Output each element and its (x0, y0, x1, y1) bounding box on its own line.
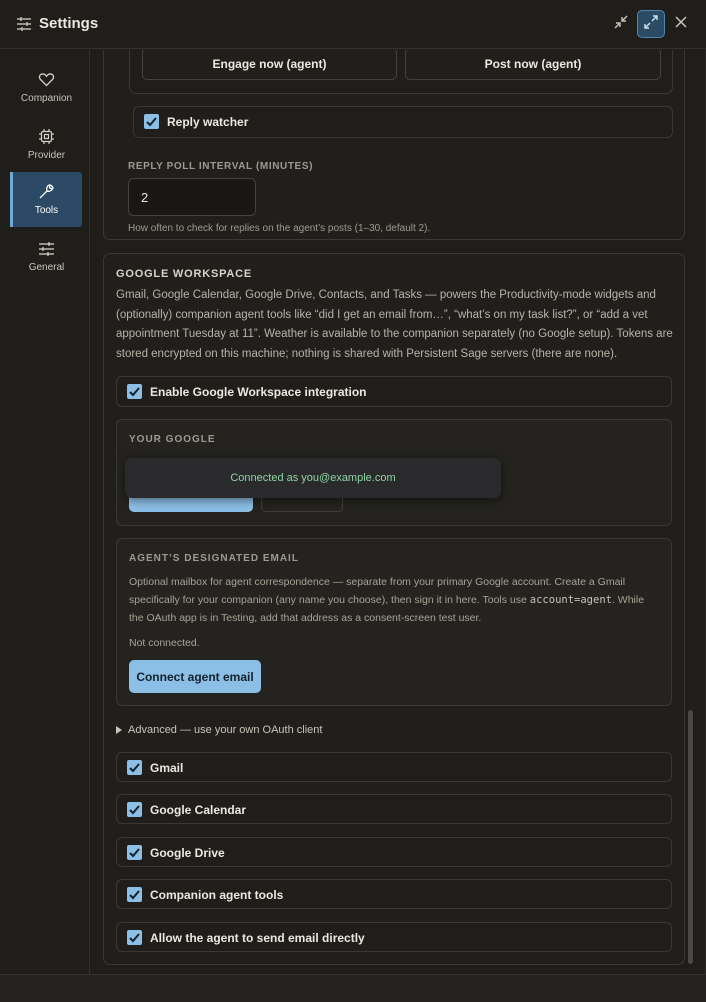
connect-agent-email-button[interactable]: Connect agent email (129, 660, 261, 693)
companion-agent-tools-row[interactable]: Companion agent tools (116, 879, 672, 909)
advanced-label: Advanced — use your own OAuth client (128, 724, 323, 736)
sidebar-item-general[interactable]: General (11, 229, 82, 284)
close-button[interactable] (667, 10, 695, 38)
poll-interval-help: How often to check for replies on the ag… (128, 223, 431, 234)
enable-google-row[interactable]: Enable Google Workspace integration (116, 376, 672, 407)
google-drive-checkbox[interactable] (127, 845, 142, 860)
send-email-row[interactable]: Allow the agent to send email directly (116, 922, 672, 952)
sidebar-item-label: Provider (27, 150, 66, 161)
gmail-row[interactable]: Gmail (116, 752, 672, 782)
send-email-label: Allow the agent to send email directly (150, 931, 365, 945)
sidebar-item-companion[interactable]: Companion (11, 60, 82, 115)
google-calendar-checkbox[interactable] (127, 802, 142, 817)
sidebar-item-tools[interactable]: Tools (10, 172, 82, 227)
agent-email-label: AGENT’S DESIGNATED EMAIL (129, 553, 299, 564)
sliders-icon (16, 16, 32, 32)
title-bar: Settings (0, 0, 706, 49)
send-email-checkbox[interactable] (127, 930, 142, 945)
sidebar-item-label: Companion (20, 93, 73, 104)
sliders-icon (38, 240, 55, 257)
engage-now-button[interactable]: Engage now (agent) (142, 50, 397, 80)
companion-agent-tools-checkbox[interactable] (127, 887, 142, 902)
expand-button[interactable] (637, 10, 665, 38)
enable-google-checkbox[interactable] (127, 384, 142, 399)
wrench-icon (38, 183, 55, 200)
google-workspace-title: GOOGLE WORKSPACE (116, 268, 253, 280)
reply-watcher-row[interactable]: Reply watcher (133, 106, 673, 138)
sidebar-item-label: General (28, 262, 65, 273)
caret-right-icon (116, 726, 122, 734)
advanced-toggle[interactable]: Advanced — use your own OAuth client (116, 723, 322, 737)
close-icon (675, 15, 687, 33)
reply-watcher-checkbox[interactable] (144, 114, 159, 129)
your-google-label: YOUR GOOGLE (129, 434, 216, 445)
google-workspace-card: GOOGLE WORKSPACE Gmail, Google Calendar,… (103, 253, 685, 965)
google-drive-row[interactable]: Google Drive (116, 837, 672, 867)
agent-email-card: AGENT’S DESIGNATED EMAIL Optional mailbo… (116, 538, 672, 706)
account-code: account=agent (529, 594, 612, 606)
google-drive-label: Google Drive (150, 846, 225, 860)
window-title: Settings (39, 15, 99, 32)
chip-icon (38, 128, 55, 145)
sidebar-item-label: Tools (34, 205, 59, 216)
gmail-checkbox[interactable] (127, 760, 142, 775)
collapse-button[interactable] (607, 10, 635, 38)
enable-google-label: Enable Google Workspace integration (150, 385, 367, 399)
footer-bar (0, 974, 706, 1002)
google-calendar-label: Google Calendar (150, 803, 247, 817)
google-calendar-row[interactable]: Google Calendar (116, 794, 672, 824)
google-workspace-description: Gmail, Google Calendar, Google Drive, Co… (116, 289, 673, 360)
companion-agent-tools-label: Companion agent tools (150, 888, 284, 902)
expand-icon (644, 14, 658, 34)
settings-content: Engage now (agent) Post now (agent) Repl… (91, 50, 706, 974)
settings-sidebar: Companion Provider Tools General (0, 50, 90, 974)
content-scrollbar[interactable] (688, 710, 693, 964)
agent-actions-card: Engage now (agent) Post now (agent) Repl… (103, 50, 685, 240)
reply-watcher-label: Reply watcher (167, 115, 249, 129)
poll-interval-input[interactable]: 2 (128, 178, 256, 216)
collapse-icon (614, 15, 628, 34)
your-google-card: YOUR GOOGLE Connected as you@example.com (116, 419, 672, 526)
heart-icon (38, 71, 55, 88)
post-now-button[interactable]: Post now (agent) (405, 50, 661, 80)
gmail-label: Gmail (150, 761, 184, 775)
agent-buttons-group: Engage now (agent) Post now (agent) (129, 50, 673, 94)
agent-email-status: Not connected. (129, 637, 200, 649)
poll-interval-label: REPLY POLL INTERVAL (MINUTES) (128, 161, 314, 172)
agent-email-description: Optional mailbox for agent correspondenc… (129, 576, 645, 624)
sidebar-item-provider[interactable]: Provider (11, 117, 82, 172)
connected-toast: Connected as you@example.com (125, 458, 501, 498)
settings-window: Settings Companion Provider Tools Genera… (0, 0, 706, 974)
